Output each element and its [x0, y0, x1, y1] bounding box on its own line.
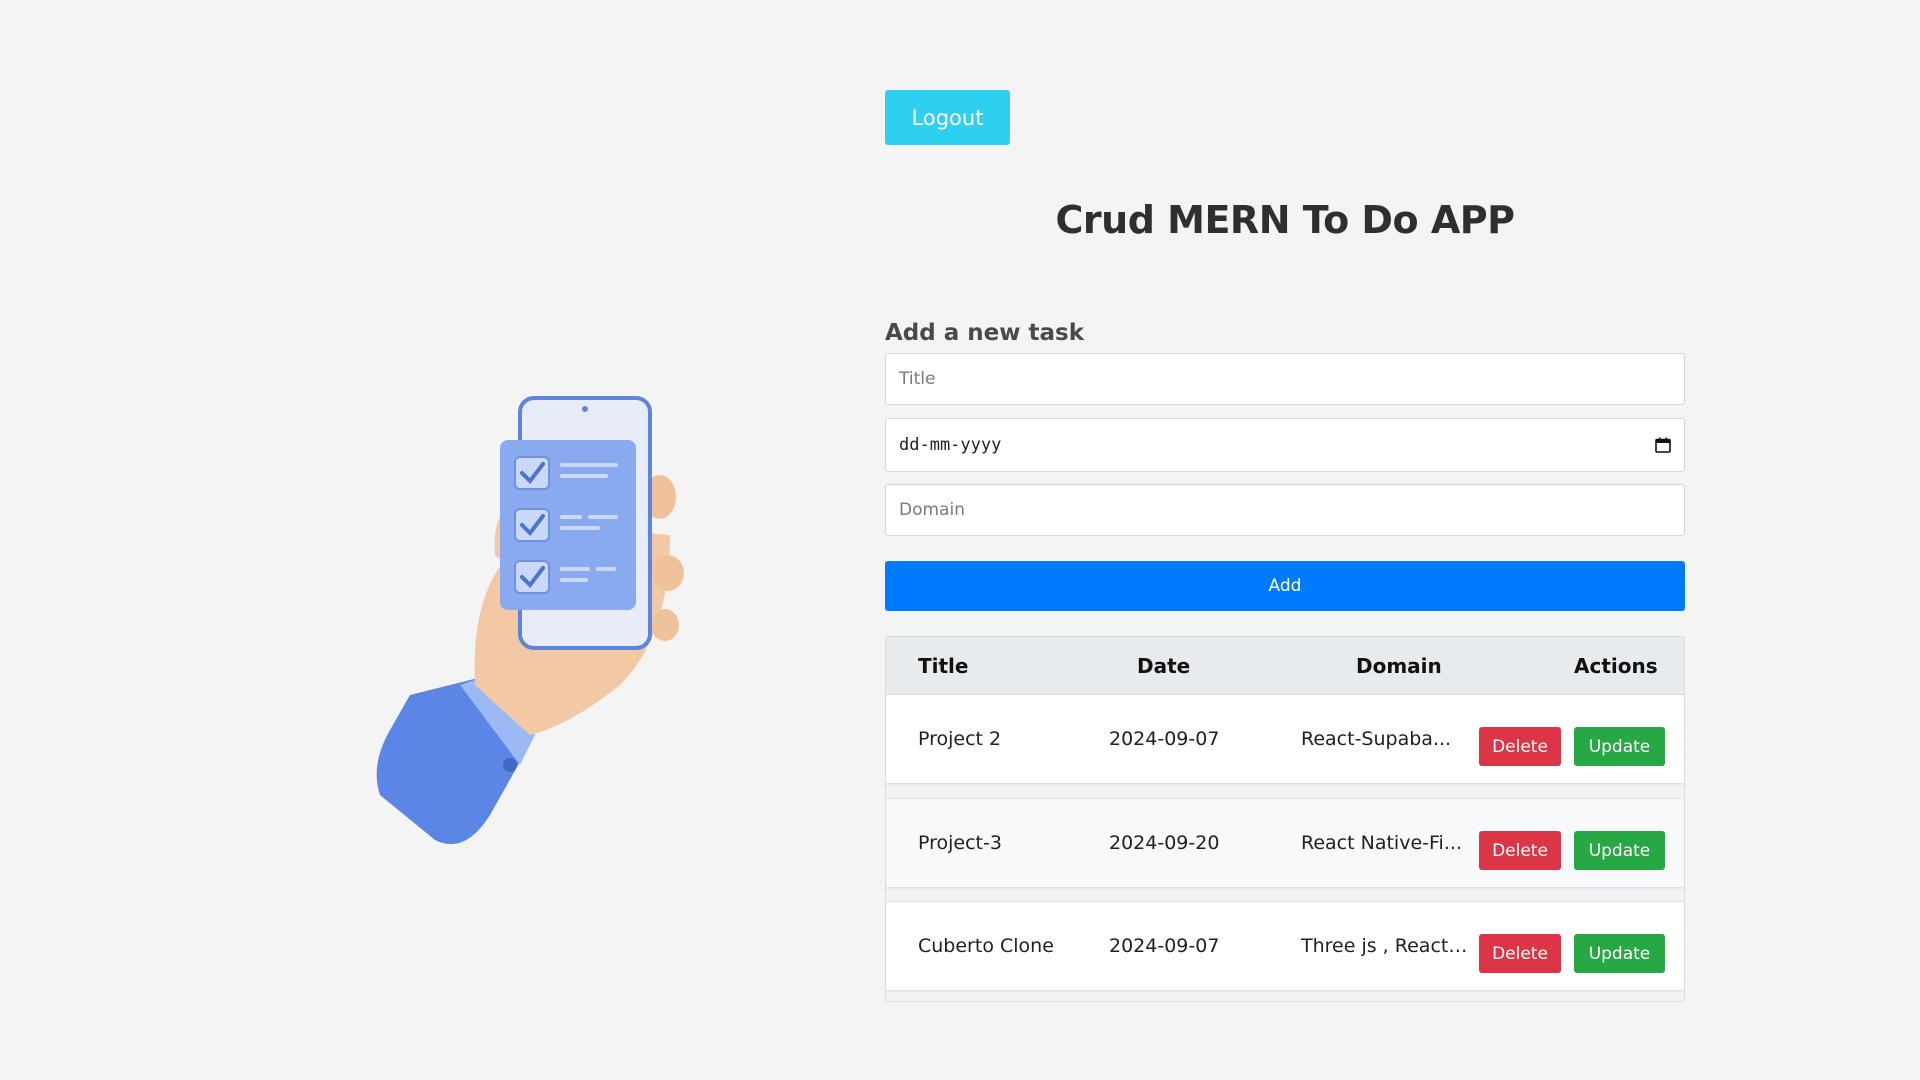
title-input[interactable] — [885, 353, 1685, 405]
delete-button[interactable]: Delete — [1479, 831, 1561, 870]
task-title: Cuberto Clone — [918, 935, 1054, 957]
column-header-actions: Actions — [1574, 654, 1658, 678]
column-header-date: Date — [1137, 654, 1191, 678]
task-title: Project-3 — [918, 832, 1002, 854]
column-header-title: Title — [918, 654, 969, 678]
update-button[interactable]: Update — [1574, 727, 1665, 766]
date-input[interactable]: dd-mm-yyyy — [885, 418, 1685, 472]
table-row: Project-3 2024-09-20 React Native-Fi... … — [886, 798, 1684, 888]
table-row: Project 2 2024-09-07 React-Supaba... Del… — [886, 695, 1684, 784]
calendar-icon[interactable] — [1655, 437, 1671, 453]
illustration — [370, 385, 700, 855]
logout-button[interactable]: Logout — [885, 90, 1010, 145]
task-table: Title Date Domain Actions Project 2 2024… — [885, 636, 1685, 1002]
table-header: Title Date Domain Actions — [886, 637, 1684, 695]
task-date: 2024-09-07 — [1109, 935, 1220, 957]
update-button[interactable]: Update — [1574, 934, 1665, 973]
date-placeholder: dd-mm-yyyy — [899, 435, 1002, 455]
hand-phone-checklist-icon — [376, 396, 684, 845]
add-task-button[interactable]: Add — [885, 561, 1685, 611]
task-date: 2024-09-07 — [1109, 728, 1220, 750]
update-button[interactable]: Update — [1574, 831, 1665, 870]
delete-button[interactable]: Delete — [1479, 934, 1561, 973]
domain-input[interactable] — [885, 484, 1685, 536]
column-header-domain: Domain — [1356, 654, 1442, 678]
task-domain: React Native-Fi... — [1301, 832, 1462, 854]
table-row: Cuberto Clone 2024-09-07 Three js , Reac… — [886, 901, 1684, 991]
form-heading: Add a new task — [885, 320, 1084, 346]
page-title: Crud MERN To Do APP — [1055, 198, 1515, 242]
delete-button[interactable]: Delete — [1479, 727, 1561, 766]
task-domain: Three js , React ... — [1301, 935, 1471, 957]
task-date: 2024-09-20 — [1109, 832, 1220, 854]
task-title: Project 2 — [918, 728, 1002, 750]
task-domain: React-Supaba... — [1301, 728, 1452, 750]
